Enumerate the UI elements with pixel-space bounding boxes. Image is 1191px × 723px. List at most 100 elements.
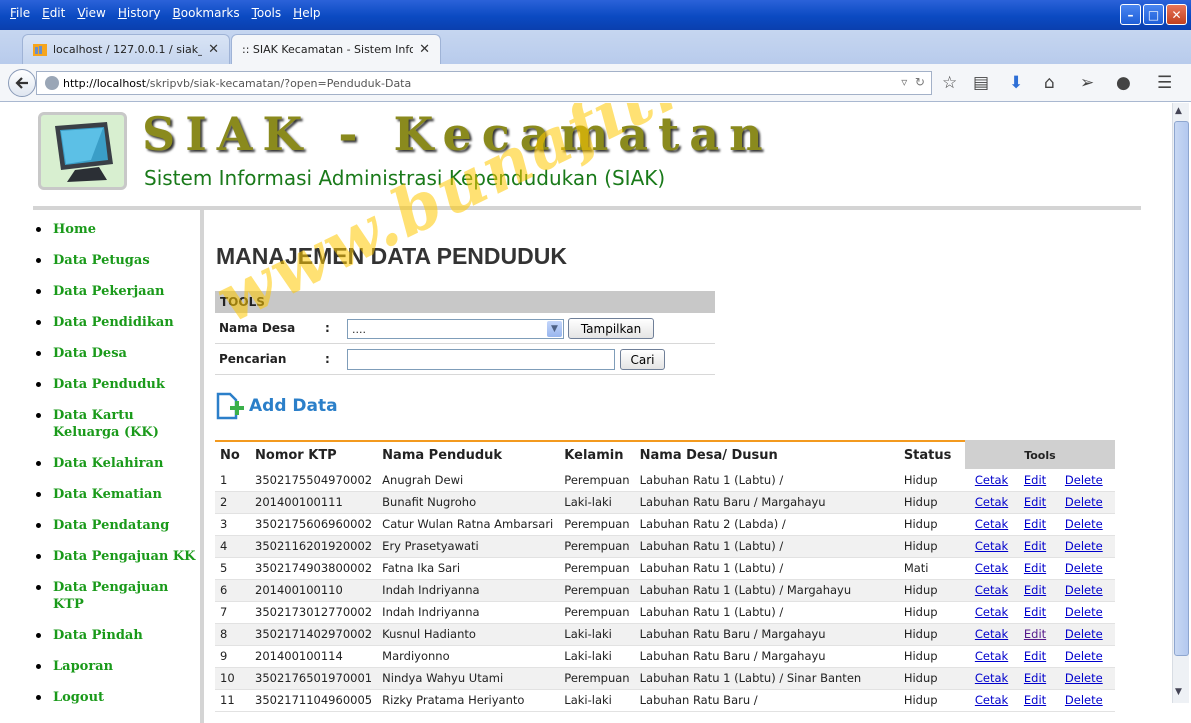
search-input[interactable] — [347, 349, 615, 370]
chat-icon[interactable]: ● — [1116, 73, 1131, 93]
scroll-up-icon[interactable]: ▲ — [1175, 106, 1182, 116]
globe-icon — [45, 76, 59, 90]
window-titlebar: File Edit View History Bookmarks Tools H… — [0, 0, 1191, 30]
home-icon[interactable]: ⌂ — [1044, 73, 1055, 93]
edit-link[interactable]: Edit — [1024, 605, 1046, 619]
add-data-button[interactable]: Add Data — [215, 391, 338, 421]
sidebar-item-data-desa[interactable]: Data Desa — [36, 345, 196, 362]
clipboard-icon[interactable]: ▤ — [973, 73, 989, 93]
edit-link[interactable]: Edit — [1024, 583, 1046, 597]
sidebar-item-data-pekerjaan[interactable]: Data Pekerjaan — [36, 283, 196, 300]
sidebar-item-data-pengajuan-kk[interactable]: Data Pengajuan KK — [36, 548, 196, 565]
sidebar-item-home[interactable]: Home — [36, 221, 196, 238]
delete-link[interactable]: Delete — [1065, 539, 1103, 553]
cari-button[interactable]: Cari — [620, 349, 665, 370]
menu-edit[interactable]: Edit — [36, 6, 71, 20]
download-arrow-icon[interactable]: ⬇ — [1009, 73, 1023, 93]
action-cell: Edit — [1018, 623, 1060, 646]
edit-link[interactable]: Edit — [1024, 517, 1046, 531]
table-row: 8 3502171402970002 Kusnul Hadianto Laki-lak… — [215, 623, 1115, 646]
close-window-button[interactable]: ✕ — [1166, 4, 1187, 25]
cetak-link[interactable]: Cetak — [975, 495, 1008, 509]
site-logo — [38, 112, 127, 190]
menu-history[interactable]: History — [112, 6, 167, 20]
edit-link[interactable]: Edit — [1024, 627, 1046, 641]
cetak-link[interactable]: Cetak — [975, 627, 1008, 641]
delete-link[interactable]: Delete — [1065, 495, 1103, 509]
vertical-scrollbar[interactable]: ▲ ▼ — [1172, 103, 1189, 703]
cetak-link[interactable]: Cetak — [975, 561, 1008, 575]
url-text: http://localhost/skripvb/siak-kecamatan/… — [63, 76, 412, 90]
delete-link[interactable]: Delete — [1065, 473, 1103, 487]
cell-status: Hidup — [898, 623, 965, 646]
menu-file[interactable]: File — [4, 6, 36, 20]
sidebar-item-data-pendatang[interactable]: Data Pendatang — [36, 517, 196, 534]
delete-link[interactable]: Delete — [1065, 605, 1103, 619]
cell-no: 3 — [215, 513, 251, 536]
cetak-link[interactable]: Cetak — [975, 517, 1008, 531]
menu-help[interactable]: Help — [287, 6, 326, 20]
edit-link[interactable]: Edit — [1024, 693, 1046, 707]
desa-select[interactable]: .... ▼ — [347, 319, 564, 339]
tab-close-icon[interactable]: ✕ — [419, 42, 430, 57]
hamburger-menu-icon[interactable]: ☰ — [1157, 73, 1172, 93]
sidebar-item-data-pendidikan[interactable]: Data Pendidikan — [36, 314, 196, 331]
delete-link[interactable]: Delete — [1065, 671, 1103, 685]
tab-close-icon[interactable]: ✕ — [208, 42, 219, 57]
sidebar-item-logout[interactable]: Logout — [36, 689, 196, 706]
cetak-link[interactable]: Cetak — [975, 649, 1008, 663]
cell-nama: Fatna Ika Sari — [377, 557, 560, 580]
back-arrow-icon[interactable] — [8, 69, 36, 97]
delete-link[interactable]: Delete — [1065, 649, 1103, 663]
cell-kelamin: Laki-laki — [559, 645, 635, 668]
cell-no: 11 — [215, 689, 251, 712]
reload-icon[interactable]: ▿ ↻ — [901, 75, 925, 89]
menu-tools[interactable]: Tools — [246, 6, 288, 20]
delete-link[interactable]: Delete — [1065, 627, 1103, 641]
cell-kelamin: Perempuan — [559, 535, 635, 558]
delete-link[interactable]: Delete — [1065, 583, 1103, 597]
edit-link[interactable]: Edit — [1024, 649, 1046, 663]
col-no: No — [215, 440, 251, 469]
cetak-link[interactable]: Cetak — [975, 693, 1008, 707]
sidebar-item-data-pengajuan-ktp[interactable]: Data Pengajuan KTP — [36, 579, 196, 613]
cetak-link[interactable]: Cetak — [975, 583, 1008, 597]
table-row: 5 3502174903800002 Fatna Ika Sari Perempuan… — [215, 557, 1115, 580]
cetak-link[interactable]: Cetak — [975, 671, 1008, 685]
edit-link[interactable]: Edit — [1024, 561, 1046, 575]
sidebar-item-laporan[interactable]: Laporan — [36, 658, 196, 675]
cetak-link[interactable]: Cetak — [975, 605, 1008, 619]
edit-link[interactable]: Edit — [1024, 473, 1046, 487]
delete-link[interactable]: Delete — [1065, 693, 1103, 707]
sidebar-item-data-penduduk[interactable]: Data Penduduk — [36, 376, 196, 393]
sidebar-item-data-petugas[interactable]: Data Petugas — [36, 252, 196, 269]
chevron-down-icon[interactable]: ▼ — [547, 321, 562, 337]
minimize-button[interactable]: – — [1120, 4, 1141, 25]
table-row: 1 3502175504970002 Anugrah Dewi Perempuan La… — [215, 469, 1115, 492]
sidebar-item-data-kelahiran[interactable]: Data Kelahiran — [36, 455, 196, 472]
menu-view[interactable]: View — [71, 6, 111, 20]
action-cell: Edit — [1018, 667, 1060, 690]
tampilkan-button[interactable]: Tampilkan — [568, 318, 654, 339]
scroll-down-icon[interactable]: ▼ — [1175, 687, 1182, 697]
star-icon[interactable]: ☆ — [942, 73, 957, 93]
address-bar[interactable]: http://localhost/skripvb/siak-kecamatan/… — [36, 71, 932, 95]
tab-phpmyadmin[interactable]: localhost / 127.0.0.1 / siak_2... ✕ — [22, 34, 230, 64]
edit-link[interactable]: Edit — [1024, 495, 1046, 509]
delete-link[interactable]: Delete — [1065, 517, 1103, 531]
maximize-button[interactable]: □ — [1143, 4, 1164, 25]
sidebar-item-data-kematian[interactable]: Data Kematian — [36, 486, 196, 503]
menu-bookmarks[interactable]: Bookmarks — [167, 6, 246, 20]
col-status: Status — [898, 440, 965, 469]
sidebar-item-data-pindah[interactable]: Data Pindah — [36, 627, 196, 644]
navigation-toolbar: http://localhost/skripvb/siak-kecamatan/… — [0, 64, 1191, 102]
send-icon[interactable]: ➢ — [1080, 73, 1094, 93]
tab-siak[interactable]: :: SIAK Kecamatan - Sistem Infor... ✕ — [231, 34, 441, 64]
cetak-link[interactable]: Cetak — [975, 473, 1008, 487]
sidebar-item-data-kartu-keluarga[interactable]: Data Kartu Keluarga (KK) — [36, 407, 196, 441]
scrollbar-thumb[interactable] — [1174, 121, 1189, 656]
edit-link[interactable]: Edit — [1024, 671, 1046, 685]
delete-link[interactable]: Delete — [1065, 561, 1103, 575]
edit-link[interactable]: Edit — [1024, 539, 1046, 553]
cetak-link[interactable]: Cetak — [975, 539, 1008, 553]
